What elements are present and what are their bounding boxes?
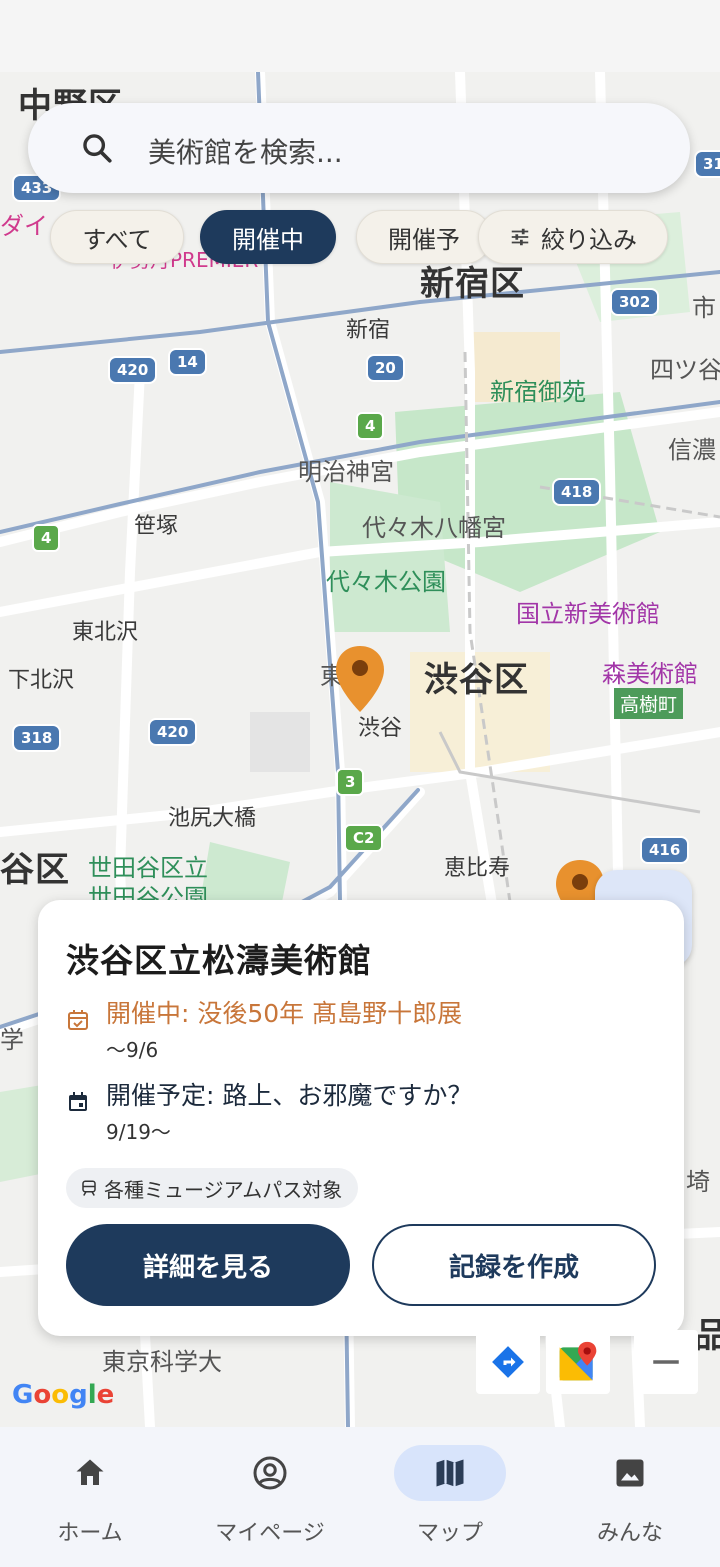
map-label-gaku: 学 — [0, 1026, 24, 1054]
account-icon — [253, 1456, 287, 1490]
route-shield: 20 — [366, 354, 405, 382]
event-ongoing-date: 〜9/6 — [106, 1038, 159, 1062]
event-ongoing-title: 開催中: 没後50年 髙島野十郎展 — [106, 999, 463, 1028]
event-upcoming-title: 開催予定: 路上、お邪魔ですか？ — [106, 1081, 473, 1110]
search-bar[interactable]: 美術館を検索... — [28, 103, 690, 193]
route-shield: 416 — [640, 836, 690, 864]
open-google-maps-button[interactable] — [546, 1330, 610, 1394]
tune-icon — [511, 228, 529, 246]
map-label-ebisu: 恵比寿 — [444, 856, 511, 881]
map-label-shibuya: 渋谷 — [358, 716, 403, 741]
map-toolbar — [476, 1330, 704, 1394]
museum-pin-selected[interactable] — [334, 644, 386, 714]
map-label-shibuya-ku: 渋谷区 — [424, 660, 529, 700]
nav-mypage[interactable]: マイページ — [180, 1427, 360, 1567]
map-label-yoyogi-koen: 代々木公園 — [326, 568, 446, 596]
bottom-navigation: ホーム マイページ マップ みんな — [0, 1427, 720, 1567]
map-label-yoyogi-hachimangu: 代々木八幡宮 — [362, 514, 506, 542]
gallery-icon — [616, 1459, 644, 1487]
nav-map-label: マップ — [416, 1521, 483, 1546]
chip-filter[interactable]: 絞り込み — [478, 210, 668, 264]
map-label-ki: 埼 — [686, 1168, 710, 1196]
map-label-higashi-kitazawa: 東北沢 — [72, 620, 139, 645]
map-label-kokuritsu-shin: 国立新美術館 — [516, 600, 660, 628]
nav-home[interactable]: ホーム — [0, 1427, 180, 1567]
map-icon — [436, 1459, 464, 1487]
directions-button[interactable] — [476, 1330, 540, 1394]
route-shield: 31 — [694, 150, 720, 178]
map-label-sasazuka: 笹塚 — [134, 514, 179, 539]
google-maps-icon — [559, 1341, 597, 1381]
chip-ongoing[interactable]: 開催中 — [200, 210, 336, 264]
nav-home-label: ホーム — [57, 1521, 123, 1546]
map-label-shinjuku: 新宿 — [346, 318, 391, 343]
museum-pass-badge: 各種ミュージアムパス対象 — [66, 1168, 359, 1208]
map-label-mori: 森美術館 — [602, 660, 698, 688]
search-input[interactable]: 美術館を検索... — [148, 131, 343, 171]
map-label-shinano: 信濃 — [668, 436, 716, 464]
status-bar — [0, 0, 720, 72]
route-shield: 3 — [336, 768, 365, 796]
route-shield: 4 — [32, 524, 61, 552]
route-shield: 418 — [552, 478, 602, 506]
map-label-tokyo-kagaku: 東京科学大 — [102, 1348, 222, 1376]
route-shield: C2 — [344, 824, 384, 852]
zoom-out-button[interactable] — [634, 1330, 698, 1394]
chip-filter-label: 絞り込み — [541, 225, 637, 254]
route-shield: 4 — [356, 412, 385, 440]
route-shield: 420 — [108, 356, 158, 384]
map-label-shinjuku-gyoen: 新宿御苑 — [490, 378, 586, 406]
nav-everyone[interactable]: みんな — [540, 1427, 720, 1567]
create-record-button[interactable]: 記録を作成 — [372, 1224, 656, 1306]
map-label-setagaya-ku: 谷区 — [0, 850, 70, 890]
map-label-takagicho: 高樹町 — [614, 688, 684, 719]
route-shield: 318 — [12, 724, 62, 752]
nav-everyone-label: みんな — [596, 1521, 663, 1546]
museum-title: 渋谷区立松濤美術館 — [66, 941, 372, 980]
chip-all[interactable]: すべて — [50, 210, 184, 264]
map-label-meiji-jingu: 明治神宮 — [298, 458, 394, 486]
search-icon — [83, 134, 112, 163]
view-details-button[interactable]: 詳細を見る — [66, 1224, 350, 1306]
event-upcoming-date: 9/19〜 — [106, 1120, 171, 1144]
map-label-yotsuya: 四ツ谷 — [650, 356, 720, 384]
chip-upcoming[interactable]: 開催予 — [356, 210, 492, 264]
train-icon — [82, 1180, 96, 1196]
directions-icon — [492, 1346, 524, 1378]
nav-mypage-label: マイページ — [215, 1521, 325, 1546]
nav-map[interactable]: マップ — [360, 1427, 540, 1567]
museum-pass-label: 各種ミュージアムパス対象 — [104, 1177, 343, 1202]
calendar-icon — [69, 1092, 87, 1111]
route-shield: 302 — [610, 288, 660, 316]
map-label-ikejiri: 池尻大橋 — [168, 806, 257, 831]
museum-card: 渋谷区立松濤美術館 開催中: 没後50年 髙島野十郎展 〜9/6 開催予定: 路… — [38, 900, 684, 1336]
route-shield: 420 — [148, 718, 198, 746]
map-label-ichi: 市 — [692, 294, 716, 322]
google-logo: Google — [12, 1380, 115, 1410]
map-label-shimo-kitazawa: 下北沢 — [8, 668, 75, 693]
route-shield: 14 — [168, 348, 207, 376]
home-icon — [76, 1459, 104, 1485]
calendar-check-icon — [68, 1010, 88, 1030]
minus-icon — [653, 1360, 679, 1364]
map-label-daiichi: ダイ — [0, 212, 48, 240]
